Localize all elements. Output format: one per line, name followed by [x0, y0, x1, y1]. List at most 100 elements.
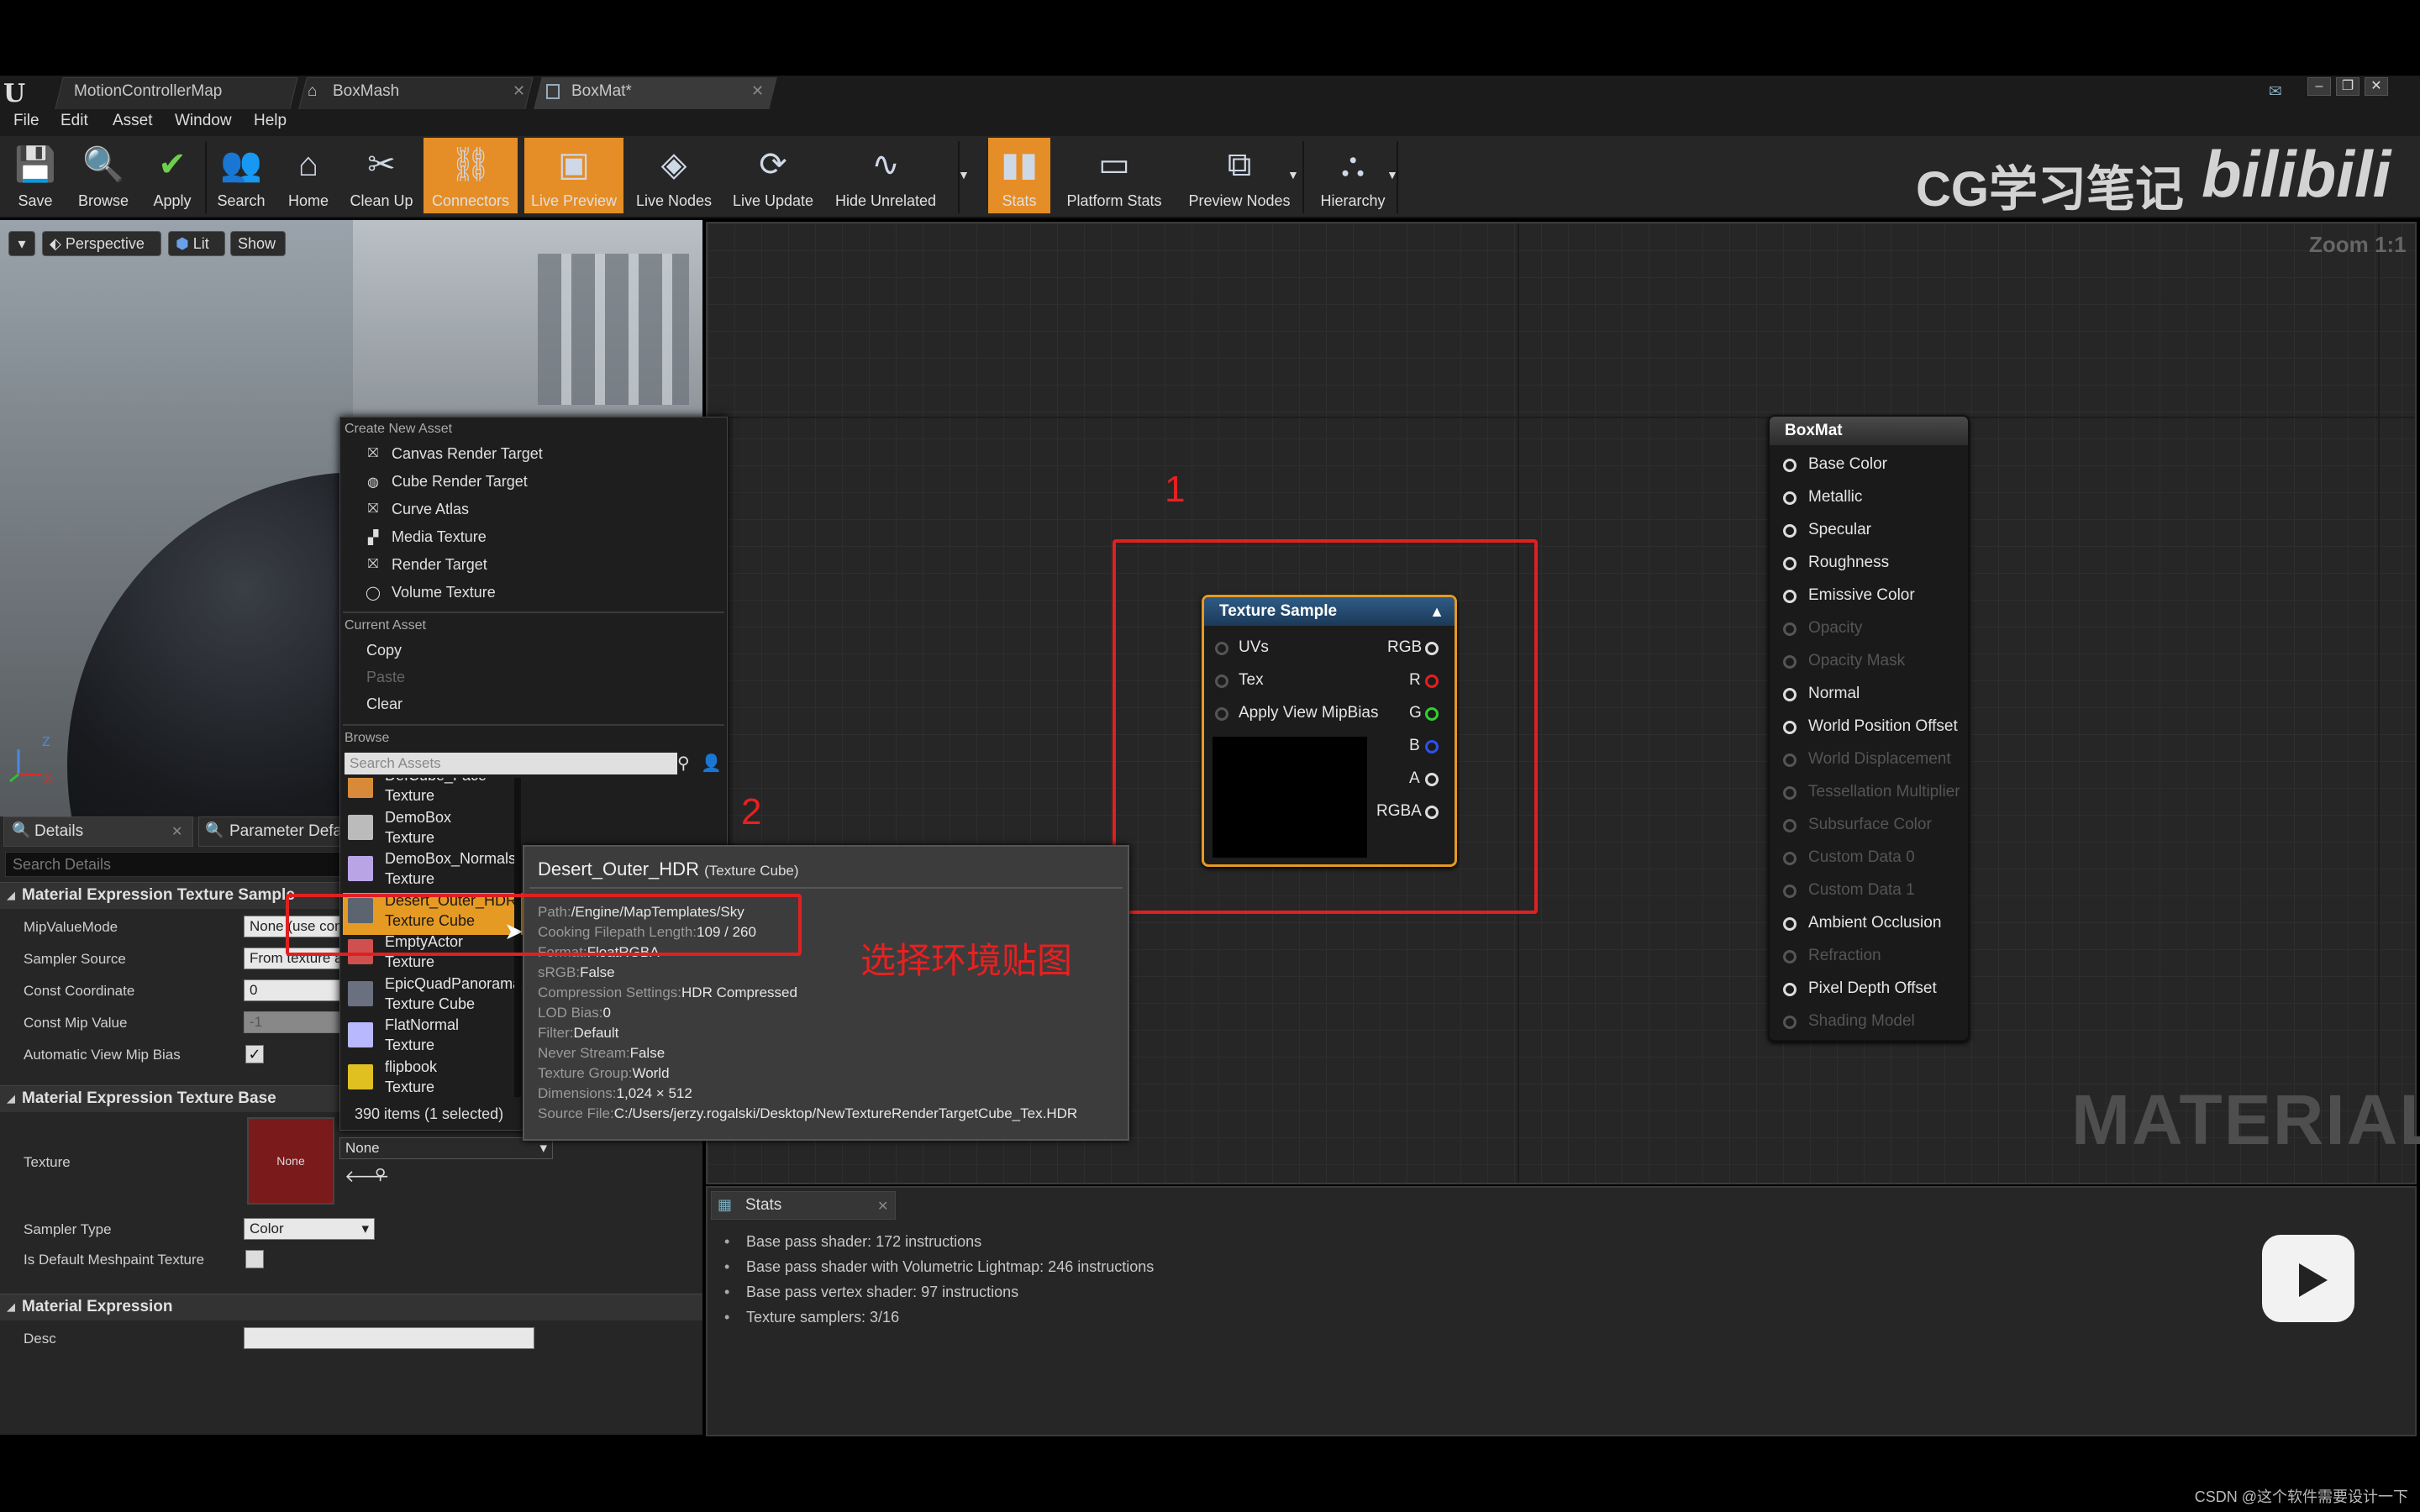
menu-create-item[interactable]: Media Texture: [392, 528, 487, 546]
toolbar-live-preview-button[interactable]: ▣ Live Preview: [524, 138, 623, 213]
svg-text:bilibili: bilibili: [2202, 141, 2392, 208]
bilibili-play-icon[interactable]: [2262, 1233, 2354, 1322]
material-input-pin[interactable]: [1783, 917, 1797, 931]
toolbar-home-button[interactable]: ⌂ Home: [277, 138, 339, 213]
material-input-pin[interactable]: [1783, 655, 1797, 669]
preview-nodes-dropdown-icon[interactable]: ▼: [1287, 168, 1299, 181]
sampler-type-label: Sampler Type: [24, 1221, 112, 1237]
menu-clear[interactable]: Clear: [366, 696, 402, 713]
toolbar-stats-button[interactable]: ▮▮ Stats: [988, 138, 1050, 213]
asset-type: Texture: [385, 828, 435, 846]
toolbar-hierarchy-button[interactable]: ⛬ Hierarchy: [1309, 138, 1397, 213]
menu-window[interactable]: Window: [175, 112, 232, 130]
toolbar-platform-stats-button[interactable]: ▭ Platform Stats: [1055, 138, 1173, 213]
material-input-pin[interactable]: [1783, 950, 1797, 963]
live-preview-icon: ▣: [558, 146, 590, 183]
close-tab-icon[interactable]: ✕: [751, 82, 764, 100]
menu-create-item[interactable]: Canvas Render Target: [392, 445, 543, 463]
perspective-button[interactable]: ⬖ Perspective: [42, 231, 161, 256]
browse-icon: 🔍: [82, 146, 124, 183]
texture-thumbnail[interactable]: None: [247, 1117, 334, 1205]
menu-file[interactable]: File: [13, 112, 39, 130]
asset-search-input[interactable]: Search Assets: [345, 753, 677, 774]
material-input-pin[interactable]: [1783, 819, 1797, 832]
tab-details[interactable]: Details: [3, 816, 193, 847]
lit-button[interactable]: ⬢ Lit: [168, 231, 225, 256]
material-input-pin[interactable]: [1783, 1016, 1797, 1029]
material-pin-label: Refraction: [1808, 947, 1881, 964]
details-search-input[interactable]: Search Details: [5, 852, 350, 877]
desc-input[interactable]: [244, 1327, 534, 1349]
const-coordinate-input[interactable]: 0: [244, 979, 343, 1001]
toolbar-label: Apply: [153, 192, 192, 209]
material-input-pin[interactable]: [1783, 786, 1797, 800]
toolbar-live-nodes-button[interactable]: ◈ Live Nodes: [627, 138, 721, 213]
menu-create-item[interactable]: Volume Texture: [392, 584, 496, 601]
toolbar-hide-unrelated-button[interactable]: ∿ Hide Unrelated: [825, 138, 946, 213]
menu-copy[interactable]: Copy: [366, 642, 402, 659]
const-mip-value-input[interactable]: -1: [244, 1011, 343, 1033]
texture-select[interactable]: None ▾: [339, 1137, 553, 1159]
toolbar-connectors-button[interactable]: ⛓ Connectors: [424, 138, 518, 213]
material-input-pin[interactable]: [1783, 459, 1797, 472]
tab-stats[interactable]: Stats: [711, 1191, 896, 1220]
material-input-pin[interactable]: [1783, 590, 1797, 603]
toolbar-separator: [1302, 141, 1304, 213]
toolbar-cleanup-button[interactable]: ✂ Clean Up: [343, 138, 420, 213]
material-input-pin[interactable]: [1783, 852, 1797, 865]
close-tab-icon[interactable]: ✕: [171, 823, 182, 840]
asset-list-item[interactable]: DefCube_Face Texture: [343, 778, 595, 810]
asset-name: DemoBox_Normals: [385, 850, 517, 867]
menu-asset[interactable]: Asset: [113, 112, 153, 130]
material-input-pin[interactable]: [1783, 524, 1797, 538]
material-input-pin[interactable]: [1783, 753, 1797, 767]
close-tab-icon[interactable]: ✕: [877, 1198, 888, 1215]
material-input-pin[interactable]: [1783, 885, 1797, 898]
search-icon[interactable]: ⚲: [677, 753, 690, 774]
menu-bar: [0, 109, 2420, 136]
viewport-options-button[interactable]: ▾: [8, 231, 35, 256]
tooltip-key: Never Stream:: [538, 1045, 630, 1061]
material-input-pin[interactable]: [1783, 622, 1797, 636]
material-input-pin[interactable]: [1783, 557, 1797, 570]
browse-search-icon[interactable]: ⚲: [375, 1166, 386, 1184]
toolbar-label: Browse: [77, 192, 129, 209]
feedback-icon[interactable]: ✉: [2269, 82, 2282, 102]
material-input-pin[interactable]: [1783, 983, 1797, 996]
material-pin-label: Opacity Mask: [1808, 652, 1906, 669]
material-pin-label: Custom Data 1: [1808, 881, 1915, 899]
user-filter-icon[interactable]: 👤: [701, 753, 722, 774]
hide-unrelated-dropdown-icon[interactable]: ▼: [958, 168, 970, 181]
toolbar-label: Save: [18, 192, 53, 209]
menu-create-item[interactable]: Cube Render Target: [392, 473, 528, 491]
toolbar-save-button[interactable]: 💾 Save: [3, 138, 67, 213]
toolbar-search-button[interactable]: 👥 Search: [208, 138, 274, 213]
default-meshpaint-checkbox[interactable]: [245, 1250, 264, 1268]
bilibili-logo-icon: bilibili: [2202, 141, 2392, 208]
menu-help[interactable]: Help: [254, 112, 287, 130]
maximize-button[interactable]: ❐: [2336, 77, 2360, 96]
material-input-pin[interactable]: [1783, 721, 1797, 734]
tooltip-row: sRGB:False: [538, 964, 615, 981]
property-label: Sampler Source: [24, 951, 126, 967]
toolbar-live-update-button[interactable]: ⟳ Live Update: [724, 138, 822, 213]
toolbar-apply-button[interactable]: ✔ Apply: [139, 138, 205, 213]
toolbar-browse-button[interactable]: 🔍 Browse: [71, 138, 136, 213]
live-update-icon: ⟳: [759, 146, 787, 183]
category-material-expression[interactable]: ◢ Material Expression: [0, 1294, 702, 1320]
menu-edit[interactable]: Edit: [60, 112, 88, 130]
menu-create-item[interactable]: Curve Atlas: [392, 501, 469, 518]
material-input-pin[interactable]: [1783, 491, 1797, 505]
close-tab-icon[interactable]: ✕: [513, 82, 525, 100]
minimize-button[interactable]: –: [2307, 77, 2331, 96]
menu-create-item[interactable]: Render Target: [392, 556, 487, 574]
tab-boxmat[interactable]: [534, 77, 777, 109]
show-button[interactable]: Show: [230, 231, 286, 256]
sampler-type-select[interactable]: Color ▾: [244, 1218, 375, 1240]
toolbar-separator: [205, 141, 207, 213]
close-window-button[interactable]: ✕: [2365, 77, 2388, 96]
hierarchy-dropdown-icon[interactable]: ▼: [1386, 168, 1398, 181]
auto-view-mip-bias-checkbox[interactable]: ✓: [245, 1045, 264, 1063]
material-input-pin[interactable]: [1783, 688, 1797, 701]
toolbar-preview-nodes-button[interactable]: ⧉ Preview Nodes: [1176, 138, 1302, 213]
